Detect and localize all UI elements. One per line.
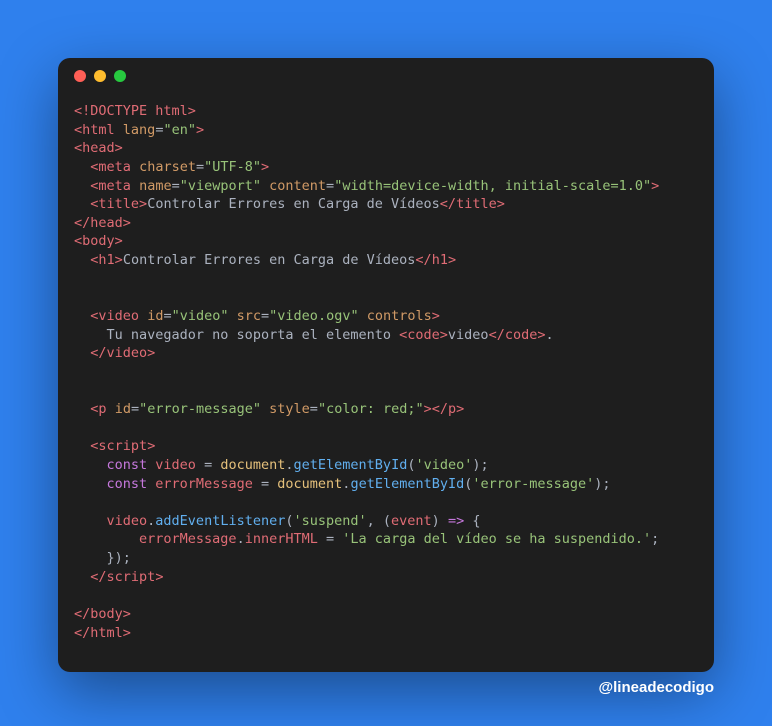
minimize-icon[interactable] [94, 70, 106, 82]
window-titlebar [58, 58, 714, 94]
code-window: <!DOCTYPE html> <html lang="en"> <head> … [58, 58, 714, 672]
doctype: <!DOCTYPE html> [74, 103, 196, 119]
code-block: <!DOCTYPE html> <html lang="en"> <head> … [58, 94, 714, 658]
attribution: @lineadecodigo [599, 679, 714, 696]
page-title-text: Controlar Errores en Carga de Vídeos [147, 196, 440, 212]
zoom-icon[interactable] [114, 70, 126, 82]
close-icon[interactable] [74, 70, 86, 82]
h1-text: Controlar Errores en Carga de Vídeos [123, 252, 416, 268]
